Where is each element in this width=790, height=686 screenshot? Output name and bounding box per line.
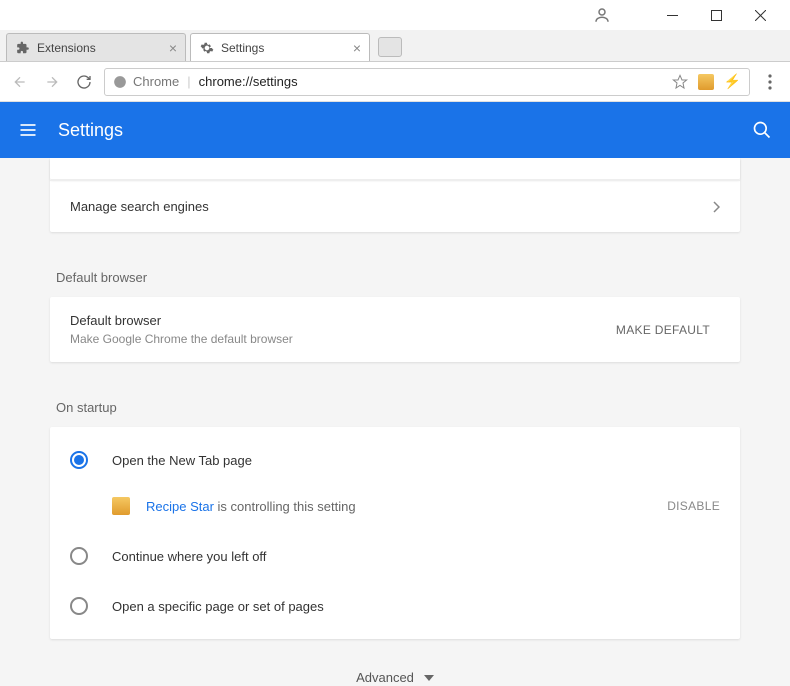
- settings-header: Settings: [0, 102, 790, 158]
- radio-icon: [70, 451, 88, 469]
- startup-card: Open the New Tab page Recipe Star is con…: [50, 427, 740, 639]
- row-label: Manage search engines: [70, 199, 209, 214]
- tab-close-icon[interactable]: ×: [353, 40, 361, 56]
- omnibox-url: chrome://settings: [199, 74, 298, 89]
- window-titlebar: [0, 0, 790, 30]
- default-browser-card: Default browser Make Google Chrome the d…: [50, 297, 740, 362]
- forward-button[interactable]: [40, 70, 64, 94]
- tab-label: Settings: [221, 41, 264, 55]
- default-browser-title: Default browser: [70, 313, 293, 328]
- radio-label: Continue where you left off: [112, 549, 266, 564]
- tab-strip: Extensions × Settings ×: [0, 30, 790, 62]
- advanced-toggle[interactable]: Advanced: [356, 670, 434, 685]
- window-minimize-button[interactable]: [650, 1, 694, 29]
- advanced-label: Advanced: [356, 670, 414, 685]
- manage-search-engines-row[interactable]: Manage search engines: [50, 180, 740, 232]
- radio-label: Open the New Tab page: [112, 453, 252, 468]
- hamburger-icon[interactable]: [18, 120, 38, 140]
- chrome-menu-button[interactable]: [758, 70, 782, 94]
- extension-controlling-row: Recipe Star is controlling this setting …: [50, 485, 740, 531]
- advanced-section: Advanced: [50, 639, 740, 686]
- tab-extensions[interactable]: Extensions ×: [6, 33, 186, 61]
- section-label-default-browser: Default browser: [50, 256, 740, 297]
- window-close-button[interactable]: [738, 1, 782, 29]
- radio-icon: [70, 547, 88, 565]
- controlling-suffix: is controlling this setting: [214, 499, 356, 514]
- controlling-ext-name[interactable]: Recipe Star: [146, 499, 214, 514]
- radio-icon: [70, 597, 88, 615]
- address-bar[interactable]: Chrome | chrome://settings ⚡: [104, 68, 750, 96]
- star-icon[interactable]: [672, 74, 688, 90]
- window-maximize-button[interactable]: [694, 1, 738, 29]
- startup-option-newtab[interactable]: Open the New Tab page: [50, 435, 740, 485]
- new-tab-button[interactable]: [378, 37, 402, 57]
- recipe-star-icon: [112, 497, 130, 515]
- reload-button[interactable]: [72, 70, 96, 94]
- toolbar: Chrome | chrome://settings ⚡: [0, 62, 790, 102]
- chrome-icon: [113, 75, 127, 89]
- tab-settings[interactable]: Settings ×: [190, 33, 370, 61]
- startup-option-specific[interactable]: Open a specific page or set of pages: [50, 581, 740, 631]
- search-icon[interactable]: [752, 120, 772, 140]
- extension-icon[interactable]: [698, 74, 714, 90]
- gear-icon: [199, 40, 215, 56]
- back-button[interactable]: [8, 70, 32, 94]
- tab-label: Extensions: [37, 41, 96, 55]
- chevron-right-icon: [712, 201, 720, 213]
- tab-close-icon[interactable]: ×: [169, 40, 177, 56]
- radio-label: Open a specific page or set of pages: [112, 599, 324, 614]
- startup-option-continue[interactable]: Continue where you left off: [50, 531, 740, 581]
- page-title: Settings: [58, 120, 123, 141]
- search-engine-card: Manage search engines: [50, 158, 740, 232]
- flash-icon[interactable]: ⚡: [724, 73, 741, 90]
- settings-content: Manage search engines Default browser De…: [0, 158, 790, 686]
- chevron-down-icon: [424, 675, 434, 681]
- disable-button[interactable]: DISABLE: [667, 499, 720, 513]
- puzzle-icon: [15, 40, 31, 56]
- default-browser-subtitle: Make Google Chrome the default browser: [70, 332, 293, 346]
- make-default-button[interactable]: MAKE DEFAULT: [606, 315, 720, 345]
- section-label-startup: On startup: [50, 386, 740, 427]
- profile-icon[interactable]: [590, 3, 614, 27]
- omnibox-scheme: Chrome: [133, 74, 179, 89]
